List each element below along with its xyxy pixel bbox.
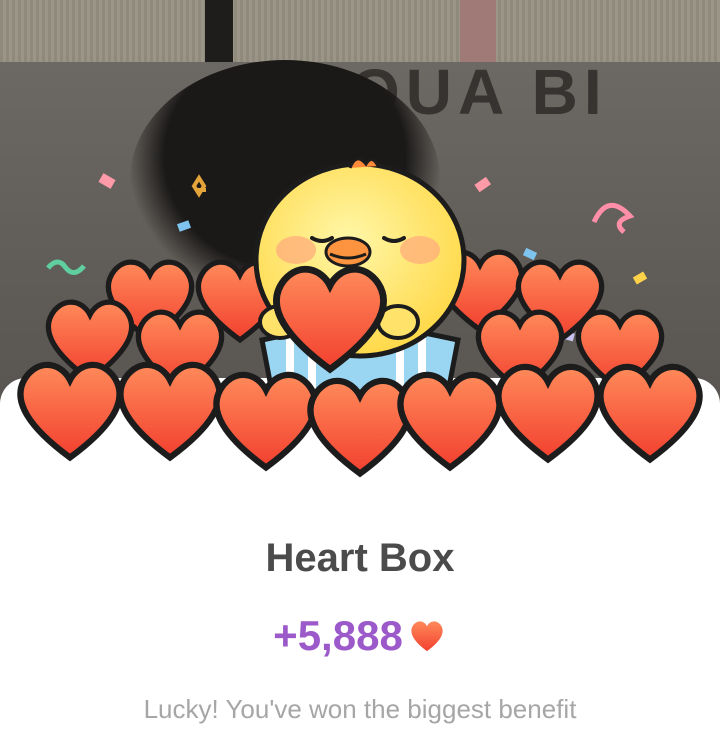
reward-message: Lucky! You've won the biggest benefit <box>143 694 577 724</box>
reward-title: Heart Box <box>265 536 455 580</box>
heart-icon <box>411 621 443 652</box>
reward-amount: +5,888 <box>273 612 403 659</box>
reward-amount-row: +5,888 <box>0 612 720 660</box>
